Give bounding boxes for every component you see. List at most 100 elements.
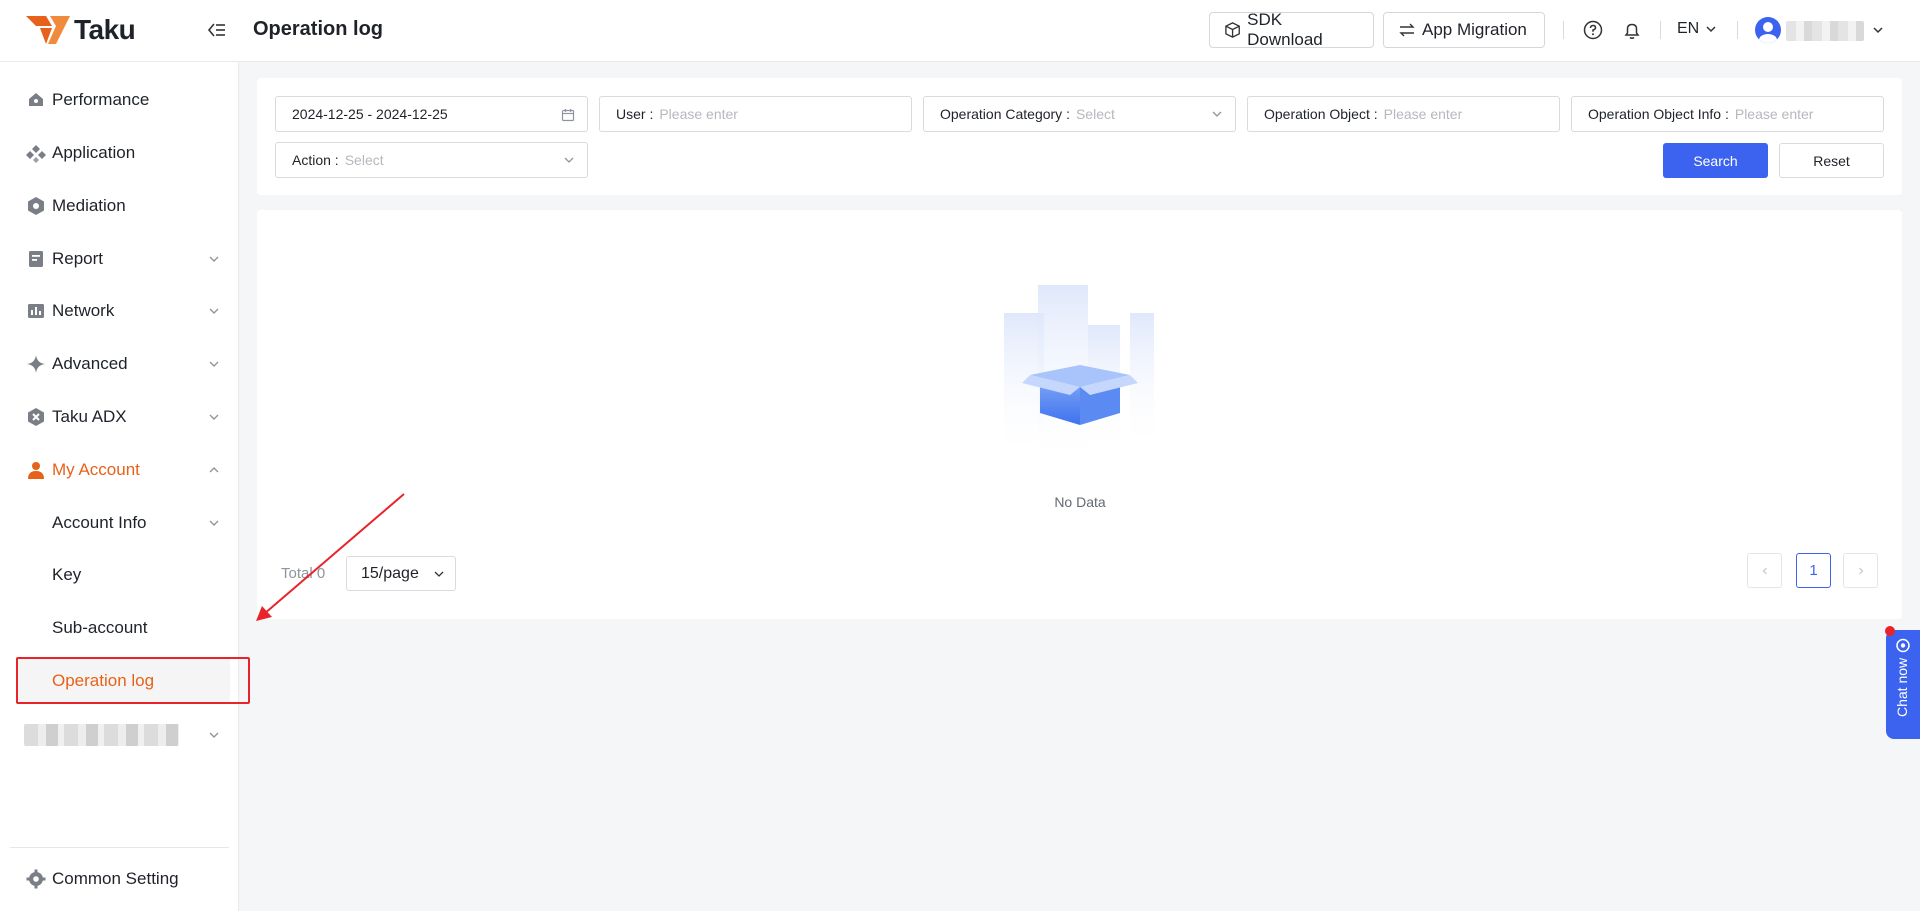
sdk-download-label: SDK Download xyxy=(1247,10,1323,49)
sidebar-item-label: Taku ADX xyxy=(52,407,127,426)
chevron-down-icon xyxy=(209,520,219,526)
sidebar-item-network[interactable]: Network xyxy=(0,289,239,333)
header-divider xyxy=(1563,21,1564,39)
cube-icon xyxy=(1225,22,1240,38)
prev-page-button[interactable] xyxy=(1747,553,1782,588)
taku-logo-mark-icon xyxy=(26,16,70,44)
sidebar-subitem-key[interactable]: Key xyxy=(0,553,239,597)
action-select[interactable]: Action : Select xyxy=(275,142,588,178)
chevron-up-icon xyxy=(209,467,219,473)
chevron-down-icon xyxy=(209,732,219,738)
adx-icon xyxy=(28,408,44,426)
chevron-down-icon xyxy=(209,308,219,314)
sdk-download-button[interactable]: SDK Download xyxy=(1209,10,1374,49)
bell-icon[interactable] xyxy=(1621,19,1643,41)
operation-category-label: Operation Category : xyxy=(940,106,1070,122)
bar-chart-icon xyxy=(28,304,44,318)
sidebar-item-mediation[interactable]: Mediation xyxy=(0,184,239,228)
operation-category-placeholder: Select xyxy=(1075,106,1115,122)
chevron-down-icon xyxy=(564,157,574,163)
operation-object-field[interactable]: Operation Object : Please enter xyxy=(1247,96,1560,132)
page-size-select[interactable]: 15/page xyxy=(346,556,456,591)
empty-box-illustration xyxy=(1004,285,1154,475)
sparkle-icon xyxy=(27,355,45,373)
report-icon xyxy=(29,251,43,267)
operation-object-placeholder: Please enter xyxy=(1383,106,1463,122)
sidebar-divider xyxy=(10,847,229,848)
calendar-icon xyxy=(561,109,575,122)
sidebar-item-label: Advanced xyxy=(52,354,128,373)
page-size-value: 15/page xyxy=(361,564,419,582)
chevron-down-icon xyxy=(209,256,219,262)
header-divider xyxy=(1660,21,1661,39)
operation-category-select[interactable]: Operation Category : Select xyxy=(923,96,1236,132)
operation-object-info-placeholder: Please enter xyxy=(1734,106,1814,122)
header-divider xyxy=(1737,21,1738,39)
sidebar-item-application[interactable]: Application xyxy=(0,131,239,175)
chevron-down-icon xyxy=(209,361,219,367)
operation-object-info-label: Operation Object Info : xyxy=(1588,106,1729,122)
sidebar-item-performance[interactable]: Performance xyxy=(0,78,239,122)
sidebar-item-label: Report xyxy=(52,249,104,268)
action-label: Action : xyxy=(292,152,339,168)
empty-state-text: No Data xyxy=(1054,494,1106,510)
sidebar-subitem-label: Sub-account xyxy=(52,618,148,637)
page-title: Operation log xyxy=(253,18,383,40)
gear-icon xyxy=(26,869,46,889)
language-selector[interactable]: EN xyxy=(1677,20,1717,38)
taku-logo[interactable]: Taku xyxy=(26,14,136,46)
highlight-box xyxy=(16,657,250,704)
sidebar-subitem-label: Account Info xyxy=(52,513,147,532)
user-avatar[interactable] xyxy=(1755,17,1781,43)
app-migration-button[interactable]: App Migration xyxy=(1383,12,1545,48)
sidebar-item-label: My Account xyxy=(52,460,140,479)
chevron-down-icon xyxy=(209,414,219,420)
help-icon[interactable] xyxy=(1582,19,1604,41)
reset-button[interactable]: Reset xyxy=(1779,143,1884,178)
action-placeholder: Select xyxy=(344,152,384,168)
user-field-label: User : xyxy=(616,106,654,122)
operation-object-info-field[interactable]: Operation Object Info : Please enter xyxy=(1571,96,1884,132)
sidebar-item-common-setting[interactable]: Common Setting xyxy=(0,857,239,901)
chevron-right-icon xyxy=(1858,567,1863,574)
user-icon xyxy=(28,462,44,479)
date-range-value: 2024-12-25 - 2024-12-25 xyxy=(292,106,448,122)
chat-notification-dot xyxy=(1885,626,1895,636)
swap-icon xyxy=(1399,23,1415,37)
user-field[interactable]: User : Please enter xyxy=(599,96,912,132)
top-header: Taku Operation log SDK Download App Migr… xyxy=(0,0,1920,62)
brand-name: Taku xyxy=(74,14,136,45)
user-icon xyxy=(1759,22,1777,43)
chevron-down-icon xyxy=(1212,111,1222,117)
date-range-picker[interactable]: 2024-12-25 - 2024-12-25 xyxy=(275,96,588,132)
sidebar-item-label: Common Setting xyxy=(52,869,179,888)
operation-object-label: Operation Object : xyxy=(1264,106,1378,122)
chevron-down-icon[interactable] xyxy=(1872,24,1884,36)
sidebar-item-my-account[interactable]: My Account xyxy=(0,448,239,492)
chat-bubble-icon xyxy=(1896,638,1910,653)
next-page-button[interactable] xyxy=(1843,553,1878,588)
sidebar-item-taku-adx[interactable]: Taku ADX xyxy=(0,395,239,439)
sidebar-subitem-sub-account[interactable]: Sub-account xyxy=(0,606,239,650)
language-label: EN xyxy=(1677,20,1700,37)
sidebar-item-label: Performance xyxy=(52,90,150,109)
sidebar-item-label: Network xyxy=(52,301,115,320)
speedometer-icon xyxy=(29,93,43,106)
sidebar-item-advanced[interactable]: Advanced xyxy=(0,342,239,386)
sidebar-item-label: Application xyxy=(52,143,136,162)
collapse-menu-icon[interactable] xyxy=(204,18,228,42)
user-field-placeholder: Please enter xyxy=(659,106,738,122)
search-button[interactable]: Search xyxy=(1663,143,1768,178)
chevron-down-icon xyxy=(434,571,444,577)
sidebar-item-label: Mediation xyxy=(52,196,126,215)
chat-now-label: Chat now xyxy=(1894,657,1910,717)
sidebar-subitem-account-info[interactable]: Account Info xyxy=(0,501,239,545)
username-redacted xyxy=(1786,21,1864,41)
sidebar-item-report[interactable]: Report xyxy=(0,237,239,281)
total-count: Total 0 xyxy=(281,565,326,582)
hexagon-icon xyxy=(28,197,44,215)
app-migration-label: App Migration xyxy=(1422,20,1527,39)
sidebar-item-redacted[interactable] xyxy=(24,724,179,746)
page-number-button[interactable]: 1 xyxy=(1796,553,1831,588)
chevron-down-icon xyxy=(1706,26,1716,33)
